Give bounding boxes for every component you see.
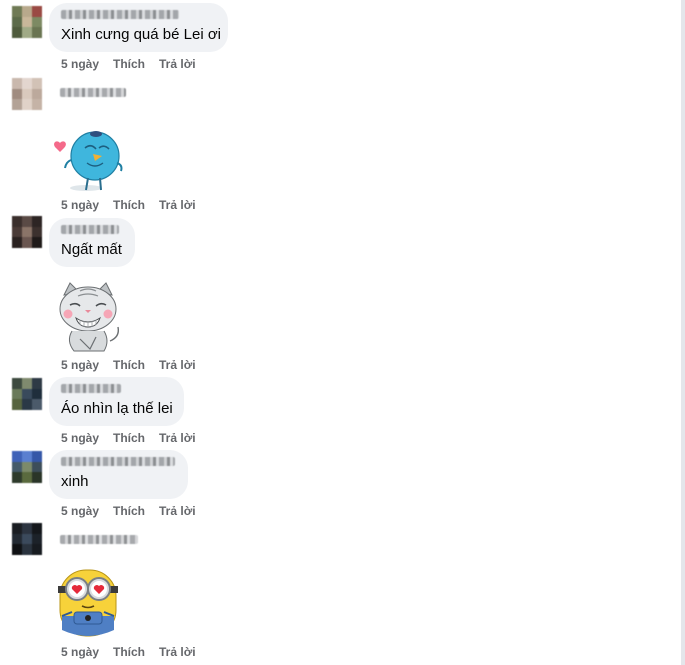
like-button[interactable]: Thích (113, 358, 145, 372)
commenter-name[interactable] (60, 535, 138, 544)
like-button[interactable]: Thích (113, 645, 145, 659)
comment-bubble: Xinh cưng quá bé Lei ơi (49, 3, 228, 52)
timestamp[interactable]: 5 ngày (61, 57, 99, 71)
avatar[interactable] (12, 216, 42, 248)
avatar[interactable] (12, 378, 42, 410)
comment-bubble: Áo nhìn lạ thế lei (49, 377, 184, 426)
reply-button[interactable]: Trả lời (159, 431, 196, 445)
commenter-name[interactable] (61, 457, 175, 466)
comment-text: Ngất mất (61, 241, 122, 258)
timestamp[interactable]: 5 ngày (61, 504, 99, 518)
reply-button[interactable]: Trả lời (159, 504, 196, 518)
comment-text: Xinh cưng quá bé Lei ơi (61, 26, 221, 43)
avatar[interactable] (12, 78, 42, 110)
comment-text: xinh (61, 473, 89, 490)
reply-button[interactable]: Trả lời (159, 198, 196, 212)
commenter-name[interactable] (61, 225, 119, 234)
comment-actions: 5 ngày Thích Trả lời (61, 358, 196, 372)
reply-button[interactable]: Trả lời (159, 57, 196, 71)
minion-heart-eyes-sticker (58, 569, 118, 637)
reply-button[interactable]: Trả lời (159, 358, 196, 372)
commenter-name[interactable] (61, 10, 179, 19)
commenter-name[interactable] (61, 384, 121, 393)
timestamp[interactable]: 5 ngày (61, 645, 99, 659)
timestamp[interactable]: 5 ngày (61, 358, 99, 372)
comment-bubble: xinh (49, 450, 188, 499)
comment-text: Áo nhìn lạ thế lei (61, 400, 173, 417)
reply-button[interactable]: Trả lời (159, 645, 196, 659)
comment-actions: 5 ngày Thích Trả lời (61, 431, 196, 445)
like-button[interactable]: Thích (113, 198, 145, 212)
gray-cat-sticker (59, 282, 120, 352)
comment-actions: 5 ngày Thích Trả lời (61, 645, 196, 659)
timestamp[interactable]: 5 ngày (61, 431, 99, 445)
blue-bird-sticker (54, 131, 123, 191)
avatar[interactable] (12, 523, 42, 555)
comment-actions: 5 ngày Thích Trả lời (61, 504, 196, 518)
avatar[interactable] (12, 6, 42, 38)
timestamp[interactable]: 5 ngày (61, 198, 99, 212)
comment-actions: 5 ngày Thích Trả lời (61, 57, 196, 71)
scrollbar[interactable] (681, 0, 685, 665)
comment-actions: 5 ngày Thích Trả lời (61, 198, 196, 212)
like-button[interactable]: Thích (113, 504, 145, 518)
like-button[interactable]: Thích (113, 431, 145, 445)
avatar[interactable] (12, 451, 42, 483)
comment-bubble: Ngất mất (49, 218, 135, 267)
commenter-name[interactable] (60, 88, 126, 97)
like-button[interactable]: Thích (113, 57, 145, 71)
